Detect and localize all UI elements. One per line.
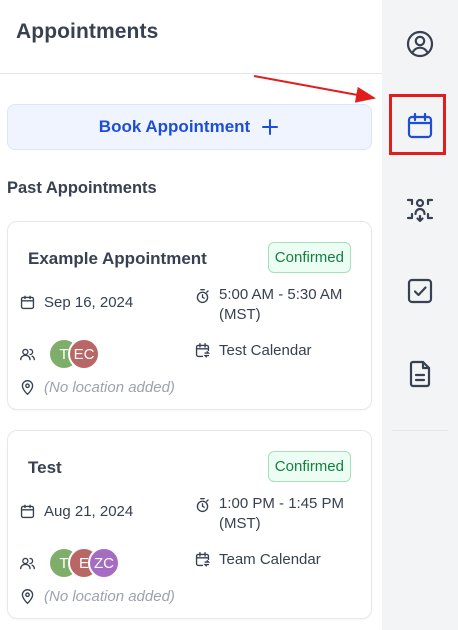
appointments-panel: Appointments Book Appointment Past Appoi… <box>0 0 382 630</box>
time-zone: (MST) <box>219 515 261 532</box>
appointment-title: Example Appointment <box>28 249 207 268</box>
past-appointments-heading: Past Appointments <box>7 179 157 197</box>
highlight-box <box>389 94 446 155</box>
avatar[interactable]: ZC <box>88 547 120 579</box>
calendar-name: Test Calendar <box>219 342 312 359</box>
location-text: (No location added) <box>44 588 175 605</box>
attendees: T E ZC <box>19 547 120 579</box>
plus-icon <box>262 119 279 135</box>
appointment-location: (No location added) <box>19 379 175 396</box>
location-pin-icon <box>21 589 34 605</box>
avatar[interactable]: EC <box>68 338 100 370</box>
date-text: Sep 16, 2024 <box>44 294 134 311</box>
time-range: 1:00 PM - 1:45 PM <box>219 495 345 512</box>
appointment-calendar: Team Calendar <box>194 551 321 568</box>
status-badge: Confirmed <box>267 451 351 482</box>
location-text: (No location added) <box>44 379 175 396</box>
time-zone: (MST) <box>219 306 261 323</box>
stopwatch-icon <box>196 498 209 513</box>
checkbox-icon[interactable] <box>402 273 438 309</box>
date-text: Aug 21, 2024 <box>44 503 134 520</box>
panel-header: Appointments <box>0 0 382 74</box>
appointment-date: Sep 16, 2024 <box>19 294 133 311</box>
status-badge: Confirmed <box>267 242 351 273</box>
appointment-date: Aug 21, 2024 <box>19 503 133 520</box>
calendar-icon <box>20 295 35 310</box>
user-circle-icon[interactable] <box>402 26 438 62</box>
calendar-sync-icon <box>195 552 211 567</box>
appointment-calendar: Test Calendar <box>194 342 312 359</box>
location-pin-icon <box>21 380 34 396</box>
users-icon <box>20 557 35 569</box>
time-range: 5:00 AM - 5:30 AM <box>219 286 343 303</box>
appointment-card[interactable]: Example Appointment Confirmed Sep 16, 20… <box>7 221 372 410</box>
book-appointment-label: Book Appointment <box>98 117 251 136</box>
users-icon <box>20 348 35 360</box>
attendees: T EC <box>19 338 100 370</box>
calendar-sync-icon <box>195 343 211 358</box>
users-arrows-icon[interactable] <box>402 191 438 227</box>
sidebar-divider <box>392 430 448 431</box>
calendar-name: Team Calendar <box>219 551 321 568</box>
stopwatch-icon <box>196 289 209 304</box>
appointment-time: 5:00 AM - 5:30 AM (MST) <box>194 285 342 325</box>
appointment-time: 1:00 PM - 1:45 PM (MST) <box>194 494 344 534</box>
appointment-card[interactable]: Test Confirmed Aug 21, 2024 1:00 PM - 1:… <box>7 430 372 619</box>
document-icon[interactable] <box>402 356 438 392</box>
appointment-location: (No location added) <box>19 588 175 605</box>
page-title: Appointments <box>16 20 159 43</box>
book-appointment-button[interactable]: Book Appointment <box>7 104 372 150</box>
calendar-icon <box>20 504 35 519</box>
appointment-title: Test <box>28 458 62 477</box>
